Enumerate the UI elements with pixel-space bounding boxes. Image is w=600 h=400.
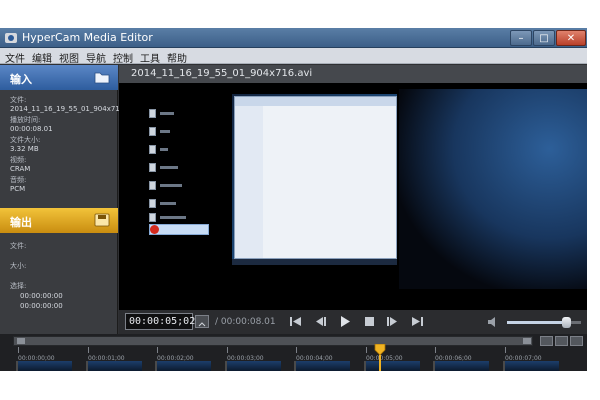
tick-mark: [435, 347, 436, 353]
zoom-fit-button[interactable]: [555, 336, 568, 346]
menu-navigate[interactable]: 导航: [86, 50, 106, 65]
menu-edit[interactable]: 编辑: [32, 50, 52, 65]
tick-mark: [505, 347, 506, 353]
left-panel: 输入 文件: 2014_11_16_19_55_01_904x71 播放时间: …: [0, 65, 120, 349]
menu-help[interactable]: 帮助: [167, 50, 187, 65]
input-video-value: CRAM: [10, 165, 31, 173]
preview-area: 2014_11_16_19_55_01_904x716.avi: [119, 65, 587, 310]
skip-start-icon[interactable]: [288, 315, 303, 328]
input-file-value: 2014_11_16_19_55_01_904x71: [10, 105, 120, 113]
time-spin-button[interactable]: [195, 315, 209, 328]
input-audio-label: 音频:: [10, 176, 27, 184]
tick-mark: [296, 347, 297, 353]
maximize-button[interactable]: □: [533, 30, 555, 46]
output-section-header[interactable]: 输出: [0, 208, 118, 233]
input-size-value: 3.32 MB: [10, 145, 39, 153]
stop-icon[interactable]: [362, 315, 377, 328]
video-frame-thumbnail[interactable]: [364, 361, 420, 371]
input-audio-value: PCM: [10, 185, 26, 193]
playhead-line: [379, 354, 381, 371]
input-duration-label: 播放时间:: [10, 116, 41, 124]
input-section-header[interactable]: 输入: [0, 65, 118, 90]
scrollbar-end-button[interactable]: [523, 338, 531, 344]
timeline-scrollbar[interactable]: [13, 336, 533, 346]
menu-file[interactable]: 文件: [5, 50, 25, 65]
skip-end-icon[interactable]: [410, 315, 425, 328]
filename-bar: 2014_11_16_19_55_01_904x716.avi: [119, 65, 587, 83]
output-range-label: 选择:: [10, 282, 27, 290]
input-video-label: 视频:: [10, 156, 27, 164]
title-bar: HyperCam Media Editor – □ ✕: [0, 28, 587, 48]
output-start-value: 00:00:00:00: [20, 292, 63, 300]
chevron-icon: [198, 322, 206, 327]
save-icon[interactable]: [94, 213, 110, 227]
captured-explorer-window: [234, 96, 397, 259]
tick-mark: [227, 347, 228, 353]
input-duration-value: 00:00:08.01: [10, 125, 53, 133]
play-icon[interactable]: [337, 315, 352, 328]
transport-bar: 00:00:05;02 / 00:00:08.01: [119, 310, 587, 334]
volume-fill: [507, 321, 567, 324]
volume-icon[interactable]: [487, 316, 499, 328]
output-end-value: 00:00:00:00: [20, 302, 63, 310]
menu-control[interactable]: 控制: [113, 50, 133, 65]
current-time-field[interactable]: 00:00:05;02: [125, 313, 195, 330]
video-frame-thumbnail[interactable]: [503, 361, 559, 371]
tick-mark: [157, 347, 158, 353]
video-frame-thumbnail[interactable]: [16, 361, 72, 371]
captured-taskbar: [232, 259, 397, 265]
input-file-label: 文件:: [10, 96, 27, 104]
tick-mark: [366, 347, 367, 353]
output-file-label: 文件:: [10, 242, 27, 250]
menu-bar: 文件 编辑 视图 导航 控制 工具 帮助: [0, 48, 587, 65]
output-size-label: 大小:: [10, 262, 27, 270]
total-duration: / 00:00:08.01: [215, 317, 276, 327]
step-back-icon[interactable]: [312, 315, 327, 328]
video-frame-thumbnail[interactable]: [433, 361, 489, 371]
folder-icon[interactable]: [94, 70, 110, 84]
playhead-marker[interactable]: [374, 344, 386, 355]
zoom-out-button[interactable]: [570, 336, 583, 346]
minimize-button[interactable]: –: [510, 30, 532, 46]
scrollbar-thumb[interactable]: [17, 338, 25, 344]
step-forward-icon[interactable]: [386, 315, 401, 328]
tick-mark: [18, 347, 19, 353]
window-title: HyperCam Media Editor: [22, 31, 153, 44]
app-window: HyperCam Media Editor – □ ✕ 文件 编辑 视图 导航 …: [0, 28, 587, 371]
tick-mark: [88, 347, 89, 353]
volume-slider[interactable]: [507, 317, 581, 328]
timeline[interactable]: 00:00:00;00 00:00:01;00 00:00:02;00 00:0…: [0, 334, 587, 371]
output-header-label: 输出: [10, 216, 32, 229]
volume-slider-handle[interactable]: [562, 317, 572, 328]
video-preview[interactable]: [119, 83, 587, 310]
menu-view[interactable]: 视图: [59, 50, 79, 65]
menu-tools[interactable]: 工具: [140, 50, 160, 65]
video-frame-thumbnail[interactable]: [155, 361, 211, 371]
zoom-in-button[interactable]: [540, 336, 553, 346]
video-frame-thumbnail[interactable]: [294, 361, 350, 371]
error-icon: [150, 225, 159, 234]
video-frame-thumbnail[interactable]: [225, 361, 281, 371]
desktop-wallpaper: [399, 89, 587, 289]
hypercam-app-icon: [5, 33, 17, 43]
video-filename: 2014_11_16_19_55_01_904x716.avi: [131, 68, 313, 79]
input-size-label: 文件大小:: [10, 136, 41, 144]
close-button[interactable]: ✕: [556, 30, 586, 46]
input-header-label: 输入: [10, 73, 32, 86]
video-frame-thumbnail[interactable]: [86, 361, 142, 371]
